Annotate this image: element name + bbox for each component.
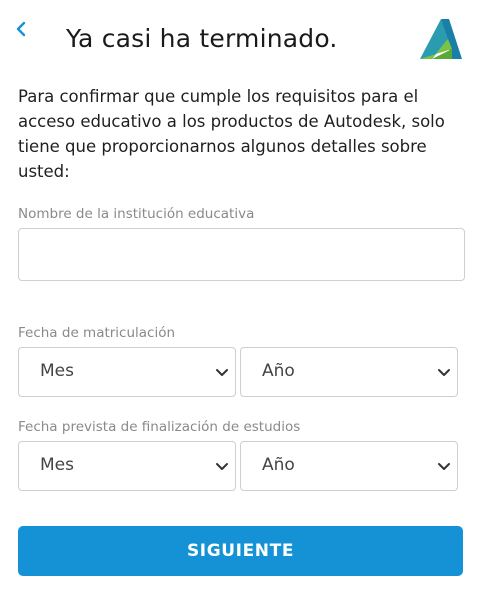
next-button[interactable]: SIGUIENTE bbox=[18, 526, 463, 576]
enrollment-month-select[interactable]: Mes bbox=[18, 347, 236, 397]
graduation-year-select[interactable]: Año bbox=[240, 441, 458, 491]
graduation-year-value: Año bbox=[262, 455, 295, 475]
enrollment-year-value: Año bbox=[262, 361, 295, 381]
graduation-date-label: Fecha prevista de finalización de estudi… bbox=[18, 419, 301, 435]
chevron-down-icon bbox=[215, 461, 229, 473]
back-button[interactable] bbox=[14, 18, 32, 40]
enrollment-year-select[interactable]: Año bbox=[240, 347, 458, 397]
page-title: Ya casi ha terminado. bbox=[66, 24, 338, 53]
enrollment-month-value: Mes bbox=[40, 361, 74, 381]
graduation-month-value: Mes bbox=[40, 455, 74, 475]
intro-text: Para confirmar que cumple los requisitos… bbox=[18, 87, 445, 181]
enrollment-date-label: Fecha de matriculación bbox=[18, 325, 176, 341]
chevron-down-icon bbox=[437, 367, 451, 379]
institution-label: Nombre de la institución educativa bbox=[18, 206, 255, 222]
chevron-down-icon bbox=[437, 461, 451, 473]
chevron-down-icon bbox=[215, 367, 229, 379]
autodesk-logo-icon bbox=[418, 17, 464, 63]
chevron-left-icon bbox=[14, 18, 32, 40]
institution-input[interactable] bbox=[18, 228, 465, 281]
graduation-month-select[interactable]: Mes bbox=[18, 441, 236, 491]
